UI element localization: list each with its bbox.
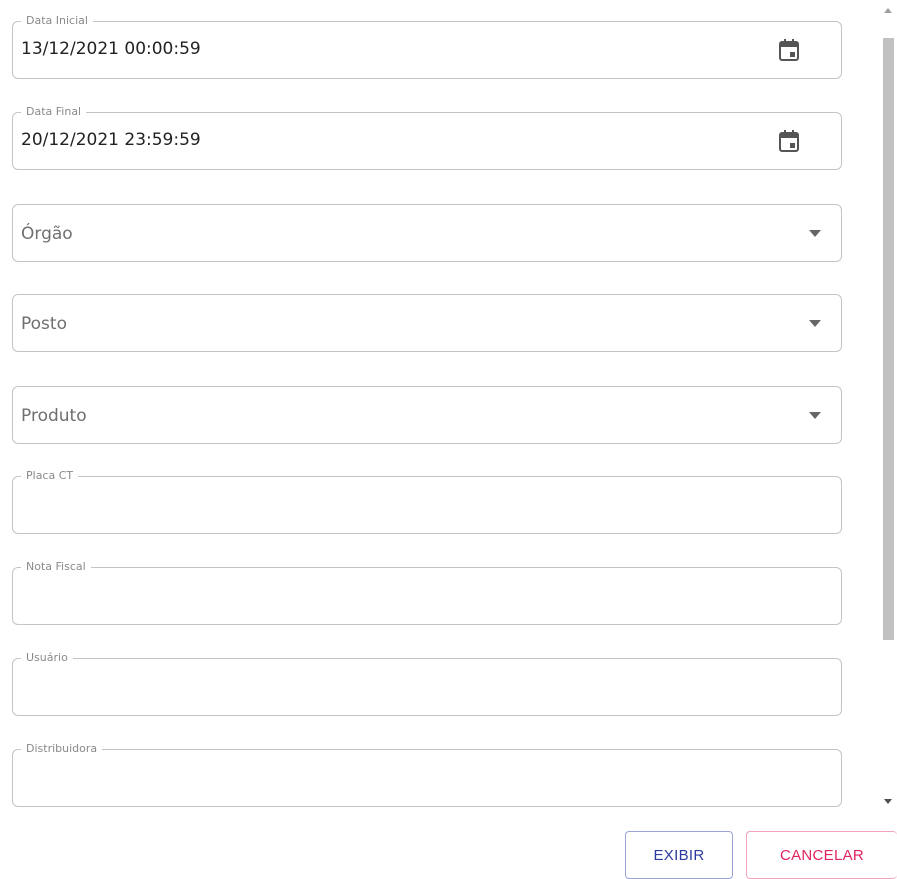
calendar-icon[interactable] xyxy=(779,130,799,152)
nota-fiscal-label: Nota Fiscal xyxy=(21,560,91,574)
data-inicial-value[interactable]: 13/12/2021 00:00:59 xyxy=(21,37,201,61)
placa-ct-field[interactable]: Placa CT xyxy=(12,469,842,534)
posto-select[interactable]: Posto xyxy=(12,294,842,352)
data-final-field[interactable]: Data Final 20/12/2021 23:59:59 xyxy=(12,105,842,170)
usuario-label: Usuário xyxy=(21,651,73,665)
filter-form: Data Inicial 13/12/2021 00:00:59 Data Fi… xyxy=(0,0,897,812)
nota-fiscal-field[interactable]: Nota Fiscal xyxy=(12,560,842,625)
orgao-select[interactable]: Órgão xyxy=(12,204,842,262)
calendar-icon[interactable] xyxy=(779,39,799,61)
cancelar-button[interactable]: CANCELAR xyxy=(746,831,897,879)
distribuidora-field[interactable]: Distribuidora xyxy=(12,742,842,807)
data-inicial-label: Data Inicial xyxy=(21,14,93,28)
chevron-down-icon[interactable] xyxy=(809,320,821,327)
data-final-label: Data Final xyxy=(21,105,87,119)
scroll-up-arrow-icon[interactable] xyxy=(884,8,892,13)
usuario-field[interactable]: Usuário xyxy=(12,651,842,716)
scroll-down-arrow-icon[interactable] xyxy=(884,799,892,804)
chevron-down-icon[interactable] xyxy=(809,230,821,237)
produto-select[interactable]: Produto xyxy=(12,386,842,444)
scrollbar[interactable] xyxy=(880,8,897,808)
exibir-button[interactable]: EXIBIR xyxy=(625,831,733,879)
produto-placeholder: Produto xyxy=(21,406,87,426)
placa-ct-label: Placa CT xyxy=(21,469,79,483)
chevron-down-icon[interactable] xyxy=(809,412,821,419)
data-inicial-field[interactable]: Data Inicial 13/12/2021 00:00:59 xyxy=(12,14,842,79)
posto-placeholder: Posto xyxy=(21,314,67,334)
distribuidora-label: Distribuidora xyxy=(21,742,103,756)
data-final-value[interactable]: 20/12/2021 23:59:59 xyxy=(21,128,201,152)
orgao-placeholder: Órgão xyxy=(21,224,73,244)
scrollbar-thumb[interactable] xyxy=(883,38,894,640)
